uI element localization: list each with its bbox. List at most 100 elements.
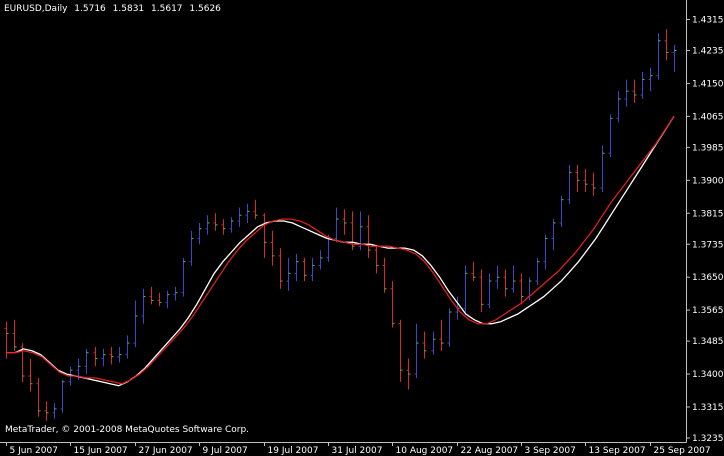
- moving-averages: [6, 116, 675, 387]
- ohlc-bar: [656, 33, 661, 80]
- time-tick-label: 22 Aug 2007: [461, 446, 519, 456]
- ohlc-bar: [125, 335, 130, 359]
- price-tick-label: 1.3235: [692, 434, 724, 444]
- ohlc-bar: [366, 215, 371, 258]
- ohlc-bar: [245, 203, 250, 223]
- ohlc-bar: [84, 348, 89, 375]
- ohlc-bar: [431, 331, 436, 355]
- high-value: 1.5831: [112, 4, 145, 14]
- ohlc-bar: [543, 234, 548, 270]
- ohlc-bar: [36, 377, 41, 417]
- ohlc-bar: [559, 195, 564, 227]
- ohlc-bar: [463, 265, 468, 313]
- ohlc-bar: [262, 213, 267, 258]
- ohlc-bar: [447, 308, 452, 347]
- ma-fast-line: [6, 116, 675, 387]
- ohlc-bar: [60, 379, 65, 413]
- ohlc-bar: [390, 281, 395, 328]
- ohlc-bar: [52, 403, 57, 419]
- ohlc-bar: [229, 217, 234, 233]
- ohlc-bar: [575, 164, 580, 192]
- ohlc-bar: [567, 164, 572, 204]
- ohlc-bar: [551, 219, 556, 251]
- ohlc-bar: [648, 67, 653, 92]
- time-tick-label: 3 Sep 2007: [525, 446, 576, 456]
- ohlc-bar: [141, 288, 146, 324]
- ohlc-bar: [294, 253, 299, 282]
- ohlc-bar: [213, 213, 218, 231]
- price-tick-label: 1.4235: [692, 47, 724, 57]
- time-tick-label: 10 Aug 2007: [396, 446, 454, 456]
- ohlc-bar: [302, 257, 307, 282]
- ohlc-bar: [608, 114, 613, 158]
- ohlc-bar: [479, 269, 484, 313]
- symbol-label: EURUSD,Daily: [4, 4, 68, 14]
- ohlc-bar: [221, 219, 226, 235]
- ohlc-bar: [487, 273, 492, 309]
- price-tick-label: 1.3485: [692, 337, 724, 347]
- price-tick-label: 1.3315: [692, 403, 724, 413]
- ohlc-bar: [334, 207, 339, 243]
- ma-slow-line: [6, 116, 675, 385]
- chart-window[interactable]: 1.4315 1.4235 1.4150 1.4065 1.3985 1.3900 1.38…: [0, 0, 724, 456]
- ohlc-bar: [471, 261, 476, 282]
- ohlc-bar: [414, 323, 419, 378]
- time-tick-label: 19 Jul 2007: [268, 446, 319, 456]
- ohlc-bar: [374, 246, 379, 274]
- time-tick-label: 25 Sep 2007: [654, 446, 711, 456]
- ohlc-bar: [616, 91, 621, 123]
- ohlc-bar: [197, 222, 202, 245]
- ohlc-bars: [4, 29, 677, 421]
- time-tick-label: 13 Sep 2007: [589, 446, 646, 456]
- price-chart[interactable]: 1.4315 1.4235 1.4150 1.4065 1.3985 1.3900 1.38…: [0, 0, 724, 456]
- ohlc-bar: [318, 250, 323, 270]
- price-tick-label: 1.3815: [692, 209, 724, 219]
- time-scale: 5 Jun 2007 15 Jun 2007 27 Jun 2007 9 Jul 20…: [6, 442, 711, 456]
- ohlc-bar: [205, 215, 210, 235]
- ohlc-bar: [44, 401, 49, 421]
- ohlc-bar: [511, 265, 516, 293]
- ohlc-bar: [439, 319, 444, 351]
- ohlc-bar: [278, 248, 283, 289]
- ohlc-bar: [189, 230, 194, 266]
- ohlc-bar: [640, 71, 645, 99]
- ohlc-bar: [12, 319, 17, 351]
- ohlc-bar: [253, 199, 258, 220]
- price-tick-label: 1.3735: [692, 240, 724, 250]
- close-value: 1.5626: [189, 4, 221, 14]
- ohlc-bar: [93, 346, 98, 367]
- price-tick-label: 1.4150: [692, 79, 724, 89]
- time-tick-label: 27 Jun 2007: [139, 446, 193, 456]
- ohlc-bar: [117, 346, 122, 363]
- ohlc-bar: [406, 358, 411, 390]
- ohlc-bar: [632, 79, 637, 103]
- time-tick-label: 15 Jun 2007: [74, 446, 128, 456]
- ohlc-bar: [270, 230, 275, 266]
- ohlc-bar: [672, 44, 677, 72]
- ohlc-bar: [181, 257, 186, 297]
- axis-layer: [0, 0, 687, 443]
- chart-header: EURUSD,Daily 1.5716 1.5831 1.5617 1.5626: [4, 4, 225, 14]
- price-tick-label: 1.3400: [692, 370, 724, 380]
- ohlc-bar: [149, 286, 154, 305]
- ohlc-bar: [535, 257, 540, 285]
- ohlc-bar: [422, 331, 427, 359]
- ohlc-bar: [398, 319, 403, 382]
- price-tick-label: 1.4315: [692, 16, 724, 26]
- price-tick-label: 1.3900: [692, 176, 724, 186]
- ohlc-bar: [624, 79, 629, 107]
- ohlc-bar: [237, 207, 242, 227]
- low-value: 1.5617: [151, 4, 183, 14]
- open-value: 1.5716: [74, 4, 106, 14]
- time-tick-label: 5 Jun 2007: [10, 446, 58, 456]
- price-scale: 1.4315 1.4235 1.4150 1.4065 1.3985 1.3900 1.38…: [686, 16, 724, 444]
- ohlc-bar: [310, 257, 315, 282]
- ohlc-bar: [495, 265, 500, 289]
- ohlc-bar: [165, 290, 170, 309]
- price-tick-label: 1.4065: [692, 112, 724, 122]
- ohlc-bar: [157, 292, 162, 307]
- ohlc-bar: [133, 300, 138, 347]
- ohlc-bar: [600, 145, 605, 192]
- price-tick-label: 1.3985: [692, 143, 724, 153]
- ohlc-bar: [591, 172, 596, 196]
